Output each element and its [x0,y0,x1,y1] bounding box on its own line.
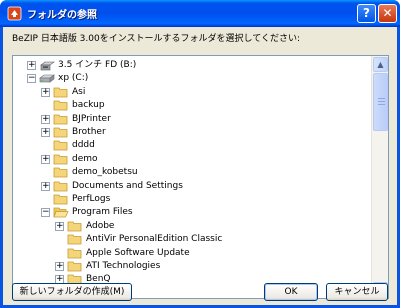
cancel-button[interactable]: キャンセル [326,283,388,301]
expand-icon[interactable]: + [27,61,36,70]
folder-icon [53,114,68,124]
grip-line [378,104,385,105]
folder-icon [53,194,68,205]
tree-item-label: demo_kobetsu [72,167,138,178]
folder-icon [67,221,82,232]
window-title: フォルダの参照 [27,10,97,21]
tree-item-label: Asi [72,86,86,97]
help-button[interactable]: ? [357,4,376,23]
tree-item-label: BJPrinter [72,113,111,124]
expand-icon[interactable]: + [55,262,64,271]
app-icon [7,6,22,21]
collapse-icon[interactable]: − [27,74,36,84]
folder-icon [67,248,82,258]
tree-item-label: dddd [72,140,95,151]
expand-icon[interactable]: + [41,154,50,164]
expand-icon[interactable]: + [55,221,64,231]
folder-icon [53,127,68,138]
expand-icon[interactable]: + [41,114,50,124]
title-bar[interactable]: フォルダの参照 ? ✕ [0,0,400,27]
instruction-text: BeZIP 日本語版 3.00をインストールするフォルダを選択してください: [12,34,301,44]
grip-line [378,101,385,102]
tree-item-label: Program Files [72,207,133,218]
folder-open-icon [53,207,69,218]
folder-icon [67,234,82,245]
expand-icon[interactable]: + [41,87,50,97]
collapse-icon[interactable]: − [41,208,50,218]
expand-icon[interactable]: + [41,181,50,191]
tree-item-label: backup [72,100,105,111]
tree-item-label: Apple Software Update [86,247,190,258]
folder-icon [53,140,68,151]
tree-item-label: 3.5 インチ FD (B:) [58,60,137,70]
hard-drive-icon [39,74,55,83]
new-folder-button[interactable]: 新しいフォルダの作成(M) [12,283,132,301]
tree-item-label: Adobe [86,220,115,231]
vertical-scrollbar[interactable]: ▲ ▼ [371,56,388,298]
close-button[interactable]: ✕ [378,4,397,23]
folder-icon [53,87,68,98]
browse-folder-dialog: フォルダの参照 ? ✕ BeZIP 日本語版 3.00をインストールするフォルダ… [0,0,400,308]
ok-button[interactable]: OK [264,283,318,301]
tree-item-label: ATI Technologies [86,261,161,271]
tree-item-label: Documents and Settings [72,180,183,191]
scroll-thumb[interactable] [373,73,388,131]
dialog-body: BeZIP 日本語版 3.00をインストールするフォルダを選択してください: +… [3,27,397,305]
tree-item-label: AntiVir PersonalEdition Classic [86,234,223,245]
grip-line [378,98,385,99]
folder-icon [53,100,68,111]
folder-tree-items: +3.5 インチ FD (B:) − xp (C:) + Asi backup + BJPri… [13,56,373,298]
folder-tree[interactable]: +3.5 インチ FD (B:) − xp (C:) + Asi backup + BJPri… [12,55,389,299]
tree-item-label: Brother [72,127,106,137]
tree-item-label: PerfLogs [72,194,111,204]
tree-item-label: xp (C:) [58,73,89,84]
folder-icon [53,154,68,165]
scroll-up-button[interactable]: ▲ [373,57,388,72]
expand-icon[interactable]: + [41,128,50,137]
folder-icon [67,261,82,272]
tree-item-label: demo [72,153,98,164]
folder-icon [53,167,68,178]
folder-icon [53,181,68,191]
floppy-drive-icon [40,61,55,71]
